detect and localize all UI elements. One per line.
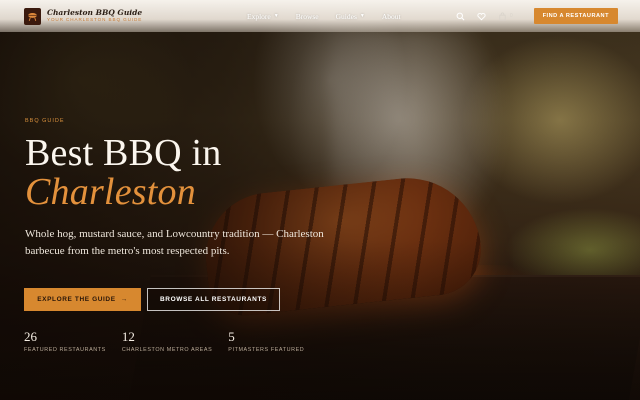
header-tools: 0 FIND A RESTAURANT: [456, 8, 618, 24]
chevron-down-icon: ▼: [359, 13, 365, 19]
nav-explore-label: Explore: [247, 11, 271, 21]
search-icon[interactable]: [456, 11, 466, 21]
nav-guides[interactable]: Guides ▼: [336, 12, 365, 21]
bag-icon: [498, 11, 508, 21]
stat-pitmasters: 5 PITMASTERS FEATURED: [228, 330, 304, 353]
browse-restaurants-label: BROWSE ALL RESTAURANTS: [160, 296, 267, 303]
cart-button[interactable]: 0: [498, 11, 513, 21]
brand-title: Charleston BBQ Guide: [47, 7, 143, 17]
explore-guide-button[interactable]: EXPLORE THE GUIDE →: [24, 288, 141, 311]
hero-stats: 26 FEATURED RESTAURANTS 12 CHARLESTON ME…: [24, 330, 320, 353]
stat-label: PITMASTERS FEATURED: [228, 347, 305, 353]
hero-title-accent: Charleston: [25, 171, 196, 214]
nav-about-label: About: [381, 11, 401, 21]
brand-subtitle: YOUR CHARLESTON BBQ GUIDE: [47, 17, 143, 23]
hero-eyebrow: BBQ GUIDE: [25, 118, 65, 124]
stat-label: FEATURED RESTAURANTS: [24, 347, 106, 353]
nav-explore[interactable]: Explore ▼: [247, 12, 279, 21]
stat-value: 5: [228, 329, 235, 344]
find-restaurant-button[interactable]: FIND A RESTAURANT: [533, 8, 618, 24]
bbq-grill-icon: [24, 7, 41, 25]
stat-label: CHARLESTON METRO AREAS: [121, 347, 213, 353]
nav-browse[interactable]: Browse: [296, 12, 319, 21]
hero-title-line1: Best BBQ in: [25, 132, 222, 174]
explore-guide-label: EXPLORE THE GUIDE: [37, 296, 116, 303]
brand-home-link[interactable]: Charleston BBQ Guide YOUR CHARLESTON BBQ…: [24, 7, 214, 25]
browse-restaurants-button[interactable]: BROWSE ALL RESTAURANTS: [147, 288, 280, 311]
hero-content: BBQ GUIDE Best BBQ in Charleston Whole h…: [25, 118, 365, 260]
nav-browse-label: Browse: [295, 11, 319, 21]
stat-value: 12: [121, 329, 135, 344]
stat-metro-areas: 12 CHARLESTON METRO AREAS: [122, 330, 212, 353]
stat-value: 26: [24, 329, 37, 344]
arrow-right-icon: →: [120, 296, 128, 303]
nav-guides-label: Guides: [335, 11, 357, 21]
nav-about[interactable]: About: [382, 12, 401, 21]
hero-description: Whole hog, mustard sauce, and Lowcountry…: [25, 228, 324, 258]
hero-cta-group: EXPLORE THE GUIDE → BROWSE ALL RESTAURAN…: [24, 288, 280, 311]
cart-count: 0: [509, 13, 513, 19]
hero-title: Best BBQ in Charleston: [25, 132, 365, 214]
heart-icon[interactable]: [477, 11, 487, 21]
chevron-down-icon: ▼: [273, 13, 279, 19]
stat-restaurants: 26 FEATURED RESTAURANTS: [24, 330, 106, 353]
main-nav: Explore ▼ Browse Guides ▼ About: [247, 12, 401, 21]
top-navigation: Charleston BBQ Guide YOUR CHARLESTON BBQ…: [0, 0, 640, 32]
